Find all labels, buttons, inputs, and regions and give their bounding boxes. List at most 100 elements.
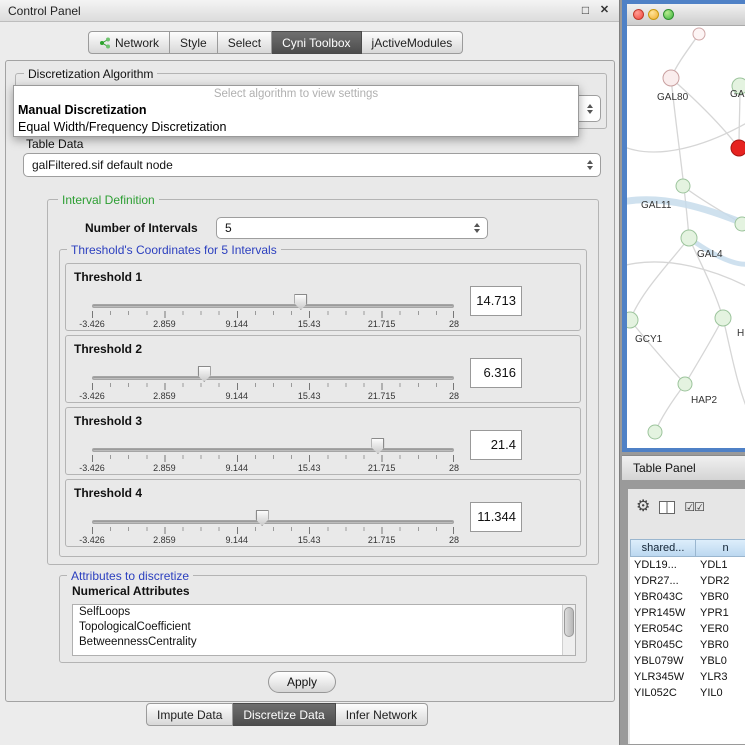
dropdown-option-equal-width[interactable]: Equal Width/Frequency Discretization (14, 119, 578, 136)
scrollbar[interactable] (562, 605, 575, 655)
combo-stepper-icon[interactable] (583, 160, 596, 170)
dropdown-placeholder: Select algorithm to view settings (14, 86, 578, 102)
table-data-combobox[interactable]: galFiltered.sif default node (23, 153, 601, 177)
cyni-toolbox-panel: Discretization Algorithm Select algorith… (5, 60, 615, 702)
table-cell[interactable]: YER0 (696, 621, 745, 637)
network-nodes: GAL80GAGAL11GAL4GCY1HHAP2 (627, 28, 745, 439)
network-node[interactable] (663, 70, 679, 86)
gear-icon[interactable]: ⚙ (636, 499, 650, 515)
table-cell[interactable]: YDR27... (630, 573, 696, 589)
tab-impute-data[interactable]: Impute Data (146, 703, 233, 726)
table-cell[interactable]: YIL052C (630, 685, 696, 701)
tab-style[interactable]: Style (170, 31, 218, 54)
table-cell[interactable]: YDL1 (696, 557, 745, 573)
table-cell[interactable]: YDL19... (630, 557, 696, 573)
attributes-group-legend: Attributes to discretize (67, 569, 193, 583)
control-panel-titlebar[interactable]: Control Panel □ ✕ (0, 0, 619, 22)
tick-labels: -3.4262.8599.14415.4321.71528 (66, 408, 580, 474)
table-cell[interactable]: YBR043C (630, 589, 696, 605)
tick-label: 9.144 (226, 535, 249, 545)
close-icon[interactable]: ✕ (597, 3, 612, 18)
zoom-traffic-light-icon[interactable] (663, 9, 674, 20)
table-row[interactable]: YDL19... YDL1 (630, 557, 745, 573)
network-node-label: GAL4 (697, 249, 723, 260)
attributes-group: Numerical Attributes SelfLoopsTopologica… (59, 575, 587, 663)
table-row[interactable]: YBL079W YBL0 (630, 653, 745, 669)
tick-label: 28 (449, 391, 459, 401)
table-cell[interactable]: YPR145W (630, 605, 696, 621)
dropdown-option-manual[interactable]: Manual Discretization (14, 102, 578, 119)
table-row[interactable]: YIL052C YIL0 (630, 685, 745, 701)
table-row[interactable]: YPR145W YPR1 (630, 605, 745, 621)
scrollbar-thumb[interactable] (564, 607, 574, 637)
table-row[interactable]: YBR043C YBR0 (630, 589, 745, 605)
tab-network[interactable]: Network (88, 31, 170, 54)
network-node-label: HAP2 (691, 395, 718, 406)
tab-label: Style (180, 36, 207, 50)
tick-label: 2.859 (153, 535, 176, 545)
float-window-icon[interactable]: □ (578, 3, 593, 18)
tab-select[interactable]: Select (218, 31, 272, 54)
numerical-attributes-list[interactable]: SelfLoopsTopologicalCoefficientBetweenne… (72, 604, 576, 656)
columns-icon[interactable] (659, 501, 675, 514)
table-cell[interactable]: YBR0 (696, 637, 745, 653)
table-row[interactable]: YDR27... YDR2 (630, 573, 745, 589)
table-row[interactable]: YBR045C YBR0 (630, 637, 745, 653)
list-item[interactable]: BetweennessCentrality (73, 635, 575, 650)
tick-label: 21.715 (368, 391, 396, 401)
window-title: Control Panel (8, 4, 81, 18)
network-node[interactable] (676, 179, 690, 193)
tick-labels: -3.4262.8599.14415.4321.71528 (66, 480, 580, 546)
tick-label: 2.859 (153, 463, 176, 473)
combo-stepper-icon[interactable] (583, 104, 596, 114)
tick-labels: -3.4262.8599.14415.4321.71528 (66, 336, 580, 402)
table-cell[interactable]: YLR3 (696, 669, 745, 685)
network-node[interactable] (681, 230, 697, 246)
threshold-box: Threshold 1 14.713 -3.4262.8599.14415.43… (65, 263, 581, 331)
tick-label: -3.426 (79, 463, 105, 473)
number-of-intervals-combobox[interactable]: 5 (216, 217, 488, 239)
table-cell[interactable]: YBR045C (630, 637, 696, 653)
tab-label: Select (228, 36, 261, 50)
network-node[interactable] (715, 310, 731, 326)
select-columns-checkboxes-icon[interactable]: ☑☑ (684, 501, 704, 513)
table-cell[interactable]: YPR1 (696, 605, 745, 621)
list-item[interactable]: SelfLoops (73, 605, 575, 620)
combo-stepper-icon[interactable] (470, 223, 483, 233)
network-node[interactable] (735, 217, 745, 231)
table-cell[interactable]: YBL0 (696, 653, 745, 669)
table-panel-titlebar[interactable]: Table Panel (622, 455, 745, 481)
list-item[interactable]: TopologicalCoefficient (73, 620, 575, 635)
network-node[interactable] (693, 28, 705, 40)
minimize-traffic-light-icon[interactable] (648, 9, 659, 20)
table-cell[interactable]: YDR2 (696, 573, 745, 589)
table-cell[interactable]: YLR345W (630, 669, 696, 685)
apply-button[interactable]: Apply (268, 671, 336, 693)
tab-infer-network[interactable]: Infer Network (336, 703, 428, 726)
network-node[interactable] (648, 425, 662, 439)
network-node[interactable] (678, 377, 692, 391)
network-node[interactable] (627, 312, 638, 328)
threshold-box: Threshold 2 6.316 -3.4262.8599.14415.432… (65, 335, 581, 403)
table-row[interactable]: YLR345W YLR3 (630, 669, 745, 685)
network-window-titlebar[interactable] (627, 4, 745, 26)
top-tab-bar: Network Style Select Cyni Toolbox jActiv… (88, 31, 463, 54)
close-traffic-light-icon[interactable] (633, 9, 644, 20)
table-cell[interactable]: YER054C (630, 621, 696, 637)
thresholds-container: Threshold 1 14.713 -3.4262.8599.14415.43… (65, 263, 581, 551)
table-row[interactable]: YER054C YER0 (630, 621, 745, 637)
table-cell[interactable]: YIL0 (696, 685, 745, 701)
tab-discretize-data[interactable]: Discretize Data (233, 703, 335, 726)
algorithm-group-legend: Discretization Algorithm (24, 67, 157, 81)
tick-label: 21.715 (368, 463, 396, 473)
network-node[interactable] (731, 140, 745, 156)
network-canvas[interactable]: GAL80GAGAL11GAL4GCY1HHAP2 (627, 26, 745, 448)
tab-jactivemodules[interactable]: jActiveModules (362, 31, 464, 54)
table-cell[interactable]: YBR0 (696, 589, 745, 605)
tab-cyni-toolbox[interactable]: Cyni Toolbox (272, 31, 361, 54)
column-header[interactable]: n (696, 539, 745, 557)
network-view-inner: GAL80GAGAL11GAL4GCY1HHAP2 (627, 4, 745, 448)
column-header[interactable]: shared... (630, 539, 696, 557)
control-panel-window: Control Panel □ ✕ Network Style Select C… (0, 0, 620, 745)
table-cell[interactable]: YBL079W (630, 653, 696, 669)
